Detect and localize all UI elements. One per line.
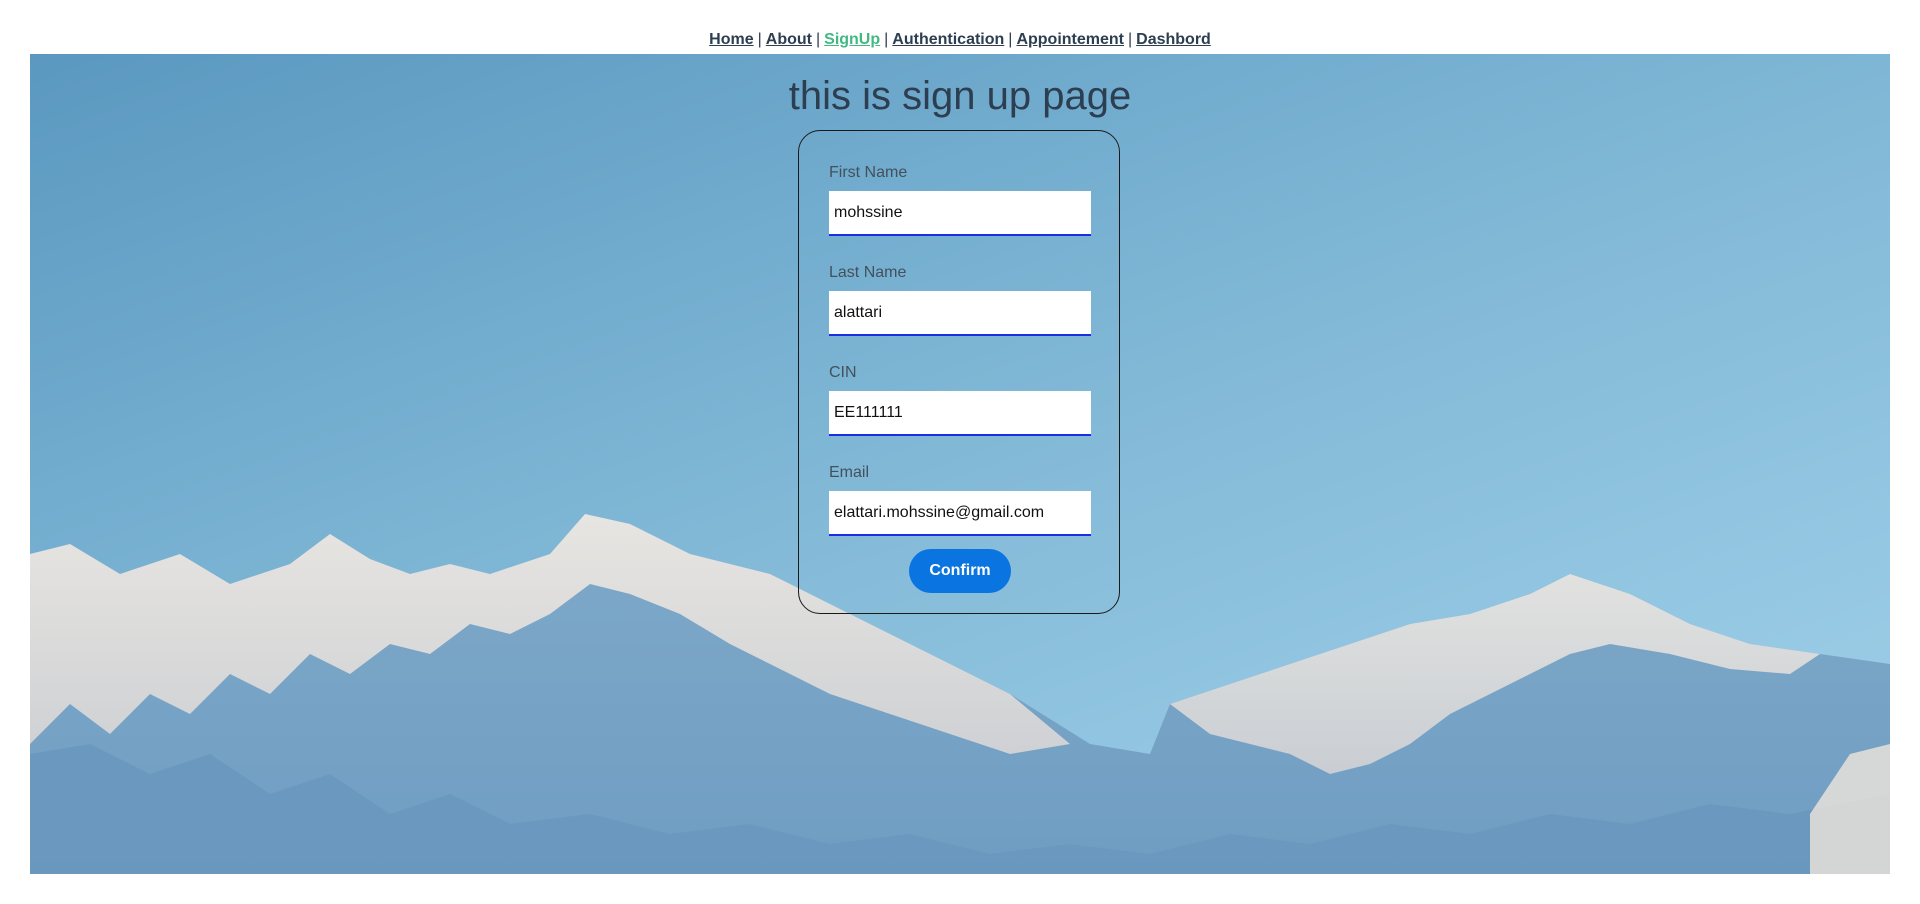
nav-separator: | <box>884 31 889 48</box>
nav-link-signup[interactable]: SignUp <box>824 31 880 48</box>
last-name-group: Last Name <box>829 263 1091 336</box>
first-name-input[interactable] <box>829 191 1091 236</box>
last-name-input[interactable] <box>829 291 1091 336</box>
nav-links: Home | About | SignUp | Authentication | Appoint… <box>0 31 1920 49</box>
nav-link-authentication[interactable]: Authentication <box>892 31 1004 48</box>
cin-input[interactable] <box>829 391 1091 436</box>
nav-link-appointement[interactable]: Appointement <box>1016 31 1124 48</box>
nav-separator: | <box>757 31 762 48</box>
email-input[interactable] <box>829 491 1091 536</box>
last-name-label: Last Name <box>829 264 907 281</box>
nav-link-about[interactable]: About <box>766 31 812 48</box>
nav-separator: | <box>1008 31 1013 48</box>
nav-separator: | <box>1128 31 1133 48</box>
first-name-label: First Name <box>829 164 908 181</box>
page-title: this is sign up page <box>788 74 1132 118</box>
confirm-button[interactable]: Confirm <box>909 549 1011 593</box>
email-label: Email <box>829 464 870 481</box>
first-name-group: First Name <box>829 163 1091 236</box>
hero-background: this is sign up page First Name Last Nam… <box>30 54 1890 874</box>
cin-label: CIN <box>829 364 857 381</box>
nav-link-dashbord[interactable]: Dashbord <box>1136 31 1211 48</box>
signup-form: First Name Last Name CIN Email Confirm <box>798 130 1120 614</box>
nav-separator: | <box>815 31 821 48</box>
nav-link-home[interactable]: Home <box>709 31 753 48</box>
cin-group: CIN <box>829 363 1091 436</box>
email-group: Email <box>829 463 1091 536</box>
top-nav: Home | About | SignUp | Authentication | Appoint… <box>0 0 1920 54</box>
